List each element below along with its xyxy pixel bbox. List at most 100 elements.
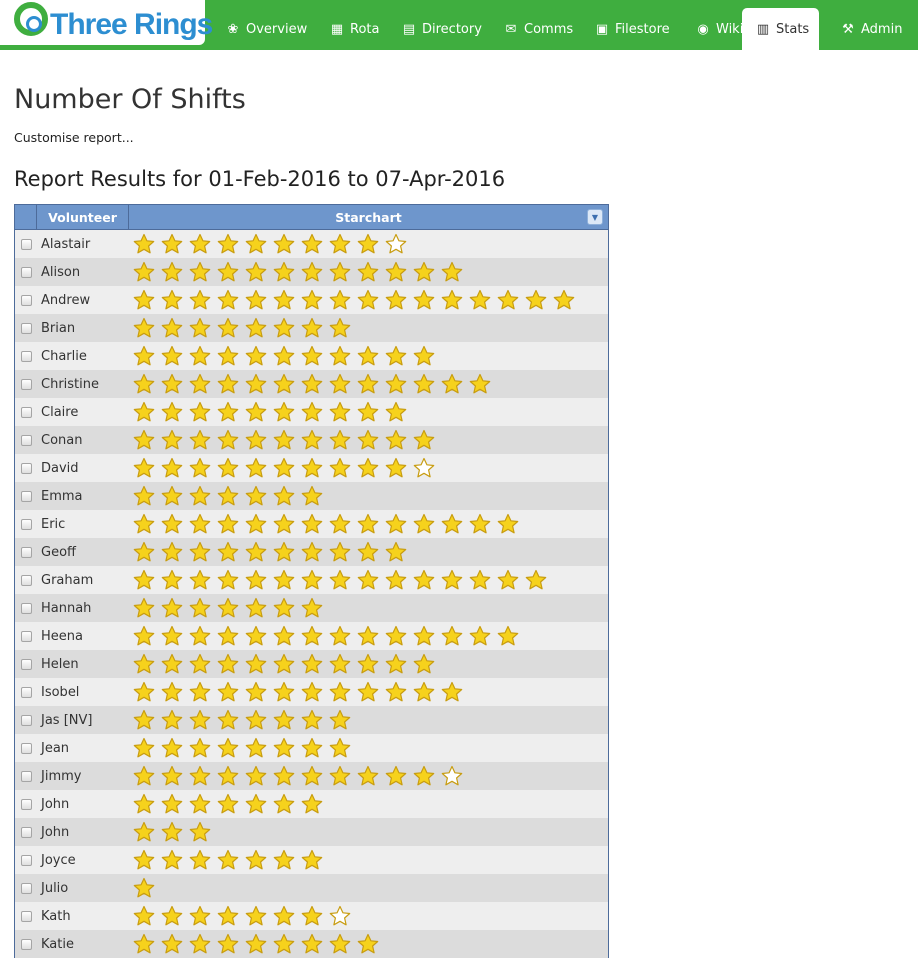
volunteer-name[interactable]: Alastair xyxy=(37,237,129,252)
volunteer-name[interactable]: Eric xyxy=(37,517,129,532)
nav-tab-overview[interactable]: ❀ Overview xyxy=(219,8,312,50)
row-checkbox[interactable] xyxy=(20,322,32,334)
nav-tab-rota[interactable]: ▦ Rota xyxy=(323,8,384,50)
nav-tab-filestore[interactable]: ▣ Filestore xyxy=(588,8,675,50)
stats-icon: ▥ xyxy=(756,21,770,37)
star-filled-icon xyxy=(357,289,379,310)
volunteer-name[interactable]: Jean xyxy=(37,741,129,756)
row-checkbox[interactable] xyxy=(20,406,32,418)
row-checkbox[interactable] xyxy=(20,826,32,838)
star-filled-icon xyxy=(357,765,379,786)
star-filled-icon xyxy=(245,233,267,254)
star-filled-icon xyxy=(161,345,183,366)
column-menu-chevron-icon[interactable]: ▼ xyxy=(587,209,603,225)
row-checkbox[interactable] xyxy=(20,518,32,530)
volunteer-name[interactable]: Brian xyxy=(37,321,129,336)
volunteer-name[interactable]: David xyxy=(37,461,129,476)
star-filled-icon xyxy=(217,289,239,310)
star-filled-icon xyxy=(273,541,295,562)
volunteer-name[interactable]: Emma xyxy=(37,489,129,504)
row-checkbox[interactable] xyxy=(20,434,32,446)
column-header-starchart[interactable]: Starchart ▼ xyxy=(129,205,608,229)
star-filled-icon xyxy=(469,625,491,646)
volunteer-name[interactable]: Helen xyxy=(37,657,129,672)
table-row: Jas [NV] xyxy=(15,706,608,734)
star-filled-icon xyxy=(413,429,435,450)
volunteer-name[interactable]: Heena xyxy=(37,629,129,644)
volunteer-name[interactable]: Christine xyxy=(37,377,129,392)
star-filled-icon xyxy=(301,345,323,366)
row-checkbox[interactable] xyxy=(20,574,32,586)
row-checkbox[interactable] xyxy=(20,266,32,278)
volunteer-name[interactable]: Alison xyxy=(37,265,129,280)
volunteer-name[interactable]: Julio xyxy=(37,881,129,896)
row-checkbox[interactable] xyxy=(20,490,32,502)
nav-tab-stats[interactable]: ▥ Stats xyxy=(742,8,820,50)
star-filled-icon xyxy=(133,429,155,450)
volunteer-name[interactable]: Conan xyxy=(37,433,129,448)
row-checkbox[interactable] xyxy=(20,546,32,558)
star-filled-icon xyxy=(273,233,295,254)
row-checkbox[interactable] xyxy=(20,938,32,950)
row-checkbox[interactable] xyxy=(20,854,32,866)
volunteer-name[interactable]: Charlie xyxy=(37,349,129,364)
row-checkbox[interactable] xyxy=(20,770,32,782)
nav-tab-comms[interactable]: ✉ Comms xyxy=(497,8,578,50)
star-filled-icon xyxy=(273,681,295,702)
volunteer-name[interactable]: John xyxy=(37,825,129,840)
star-filled-icon xyxy=(329,317,351,338)
logo[interactable]: Three Rings xyxy=(0,0,213,45)
star-filled-icon xyxy=(189,905,211,926)
row-checkbox-cell xyxy=(15,406,37,418)
row-checkbox[interactable] xyxy=(20,378,32,390)
row-checkbox[interactable] xyxy=(20,294,32,306)
volunteer-name[interactable]: Kath xyxy=(37,909,129,924)
volunteer-name[interactable]: Joyce xyxy=(37,853,129,868)
row-checkbox-cell xyxy=(15,714,37,726)
row-checkbox[interactable] xyxy=(20,462,32,474)
star-filled-icon xyxy=(161,681,183,702)
row-checkbox[interactable] xyxy=(20,882,32,894)
row-checkbox-cell xyxy=(15,490,37,502)
row-checkbox[interactable] xyxy=(20,350,32,362)
volunteer-name[interactable]: Andrew xyxy=(37,293,129,308)
volunteer-name[interactable]: Isobel xyxy=(37,685,129,700)
volunteer-name[interactable]: John xyxy=(37,797,129,812)
star-filled-icon xyxy=(217,373,239,394)
starchart-cell xyxy=(129,233,608,255)
row-checkbox[interactable] xyxy=(20,630,32,642)
star-filled-icon xyxy=(189,485,211,506)
star-filled-icon xyxy=(161,933,183,954)
volunteer-name[interactable]: Katie xyxy=(37,937,129,952)
row-checkbox[interactable] xyxy=(20,714,32,726)
row-checkbox[interactable] xyxy=(20,742,32,754)
volunteer-name[interactable]: Jas [NV] xyxy=(37,713,129,728)
row-checkbox[interactable] xyxy=(20,686,32,698)
star-filled-icon xyxy=(161,849,183,870)
star-filled-icon xyxy=(133,905,155,926)
star-filled-icon xyxy=(385,625,407,646)
starchart-cell xyxy=(129,905,608,927)
row-checkbox[interactable] xyxy=(20,910,32,922)
starchart-cell xyxy=(129,485,608,507)
star-filled-icon xyxy=(273,737,295,758)
nav-tab-wiki[interactable]: ◉ Wiki xyxy=(689,8,748,50)
volunteer-name[interactable]: Geoff xyxy=(37,545,129,560)
row-checkbox[interactable] xyxy=(20,798,32,810)
nav-tab-directory[interactable]: ▤ Directory xyxy=(395,8,487,50)
star-filled-icon xyxy=(161,317,183,338)
nav-tab-admin[interactable]: ⚒ Admin xyxy=(834,8,907,50)
star-filled-icon xyxy=(161,709,183,730)
row-checkbox[interactable] xyxy=(20,238,32,250)
volunteer-name[interactable]: Graham xyxy=(37,573,129,588)
column-header-volunteer[interactable]: Volunteer xyxy=(37,205,129,229)
star-filled-icon xyxy=(329,373,351,394)
volunteer-name[interactable]: Jimmy xyxy=(37,769,129,784)
customise-report-link[interactable]: Customise report... xyxy=(14,130,134,145)
starchart-cell xyxy=(129,737,608,759)
volunteer-name[interactable]: Hannah xyxy=(37,601,129,616)
row-checkbox[interactable] xyxy=(20,658,32,670)
row-checkbox[interactable] xyxy=(20,602,32,614)
table-row: Brian xyxy=(15,314,608,342)
volunteer-name[interactable]: Claire xyxy=(37,405,129,420)
